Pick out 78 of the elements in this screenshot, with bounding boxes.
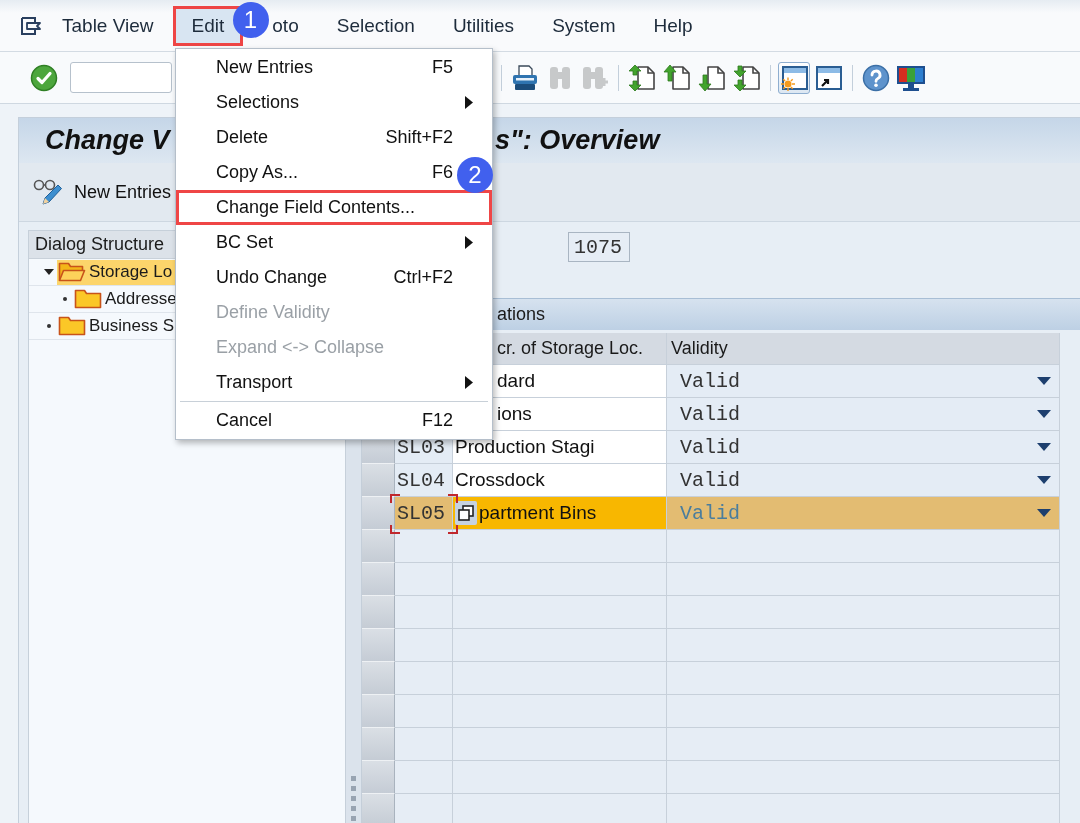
row-selector[interactable] bbox=[362, 563, 395, 596]
table-title: ations bbox=[497, 304, 546, 325]
column-header: cr. of Storage Loc. bbox=[497, 338, 644, 359]
menu-item[interactable]: Selection bbox=[317, 5, 434, 46]
number-callout-tooltip: 1 bbox=[232, 1, 269, 38]
page-down-arrow-icon bbox=[698, 63, 726, 92]
table-cell bbox=[395, 728, 453, 761]
resize-grip-icon[interactable] bbox=[351, 776, 356, 821]
caret-down-icon bbox=[1037, 443, 1051, 451]
folder-icon bbox=[58, 315, 86, 337]
validity-dropdown[interactable]: Valid bbox=[667, 365, 1060, 398]
row-selector[interactable] bbox=[362, 497, 395, 530]
table-cell bbox=[395, 563, 453, 596]
caret-down-icon bbox=[1037, 410, 1051, 418]
menu-item[interactable]: Utilities bbox=[433, 5, 534, 46]
input-field[interactable]: 1075 bbox=[568, 232, 630, 262]
folder-icon bbox=[74, 288, 102, 310]
caret-down-icon bbox=[1037, 509, 1051, 517]
menu-icon[interactable] bbox=[20, 15, 42, 36]
table-cell: SL04 bbox=[395, 464, 453, 497]
row-selector[interactable] bbox=[362, 629, 395, 662]
cell-text: partment Bins bbox=[479, 502, 597, 524]
menu-entry[interactable]: Selections bbox=[176, 85, 492, 120]
row-selector[interactable] bbox=[362, 728, 395, 761]
page-up-down-arrows-icon bbox=[628, 63, 656, 92]
menu-item[interactable]: oto bbox=[269, 5, 318, 46]
shortcut-text: Shift+F2 bbox=[385, 127, 453, 148]
row-selector[interactable] bbox=[362, 464, 395, 497]
row-selector[interactable] bbox=[362, 530, 395, 563]
glasses-pencil-icon bbox=[32, 178, 62, 206]
validity-dropdown[interactable]: Valid bbox=[667, 398, 1060, 431]
menu-entry[interactable]: Change Field Contents... bbox=[176, 190, 492, 225]
copy-icon[interactable] bbox=[455, 501, 477, 525]
row-selector[interactable] bbox=[362, 662, 395, 695]
caret-down-icon bbox=[1037, 377, 1051, 385]
column-header: Validity bbox=[671, 338, 728, 359]
monitor-icon bbox=[896, 63, 926, 92]
table-cell bbox=[395, 761, 453, 794]
menu-item[interactable]: System bbox=[533, 5, 635, 46]
bullet-icon bbox=[63, 297, 67, 301]
menu-entry[interactable]: Delete Shift+F2 bbox=[176, 120, 492, 155]
row-selector[interactable] bbox=[362, 596, 395, 629]
shortcut-text: Ctrl+F2 bbox=[393, 267, 453, 288]
row-selector[interactable] bbox=[362, 761, 395, 794]
table-cell bbox=[395, 596, 453, 629]
screen-title: Change V bbox=[45, 125, 170, 156]
shortcut-text: F5 bbox=[432, 57, 453, 78]
table-cell bbox=[395, 530, 453, 563]
caret-down-icon bbox=[1037, 476, 1051, 484]
command-field[interactable] bbox=[70, 62, 172, 93]
page-double-down-arrow-icon bbox=[733, 63, 761, 92]
page-up-arrow-icon bbox=[663, 63, 691, 92]
row-selector[interactable] bbox=[362, 695, 395, 728]
row-selector[interactable] bbox=[362, 794, 395, 823]
table-cell: Production Stagi bbox=[453, 431, 667, 464]
menu-item[interactable]: Table View bbox=[43, 5, 173, 46]
menu-item[interactable]: Help bbox=[634, 5, 712, 46]
checkmark-icon bbox=[30, 63, 58, 92]
help-icon bbox=[862, 63, 890, 92]
caret-down-icon[interactable] bbox=[44, 269, 54, 275]
bullet-icon bbox=[47, 324, 51, 328]
table-cell: Crossdock bbox=[453, 464, 667, 497]
new-entries-button[interactable]: New Entries bbox=[28, 171, 176, 213]
new-session-button[interactable] bbox=[778, 61, 810, 94]
open-folder-icon bbox=[58, 261, 86, 283]
table-cell bbox=[395, 695, 453, 728]
table-cell bbox=[395, 629, 453, 662]
shortcut-text: F12 bbox=[421, 410, 453, 431]
validity-dropdown[interactable]: Valid bbox=[667, 431, 1060, 464]
screen-title: s": Overview bbox=[495, 125, 660, 156]
number-callout-tooltip: 2 bbox=[457, 157, 493, 193]
validity-dropdown[interactable]: Valid bbox=[667, 464, 1060, 497]
table-cell: SL05 bbox=[395, 497, 453, 530]
table-cell bbox=[395, 662, 453, 695]
menu-entry[interactable]: New Entries F5 bbox=[176, 50, 492, 85]
menu-item[interactable]: Edit bbox=[172, 5, 244, 46]
shortcut-text: F6 bbox=[432, 162, 453, 183]
printer-icon bbox=[511, 63, 539, 92]
